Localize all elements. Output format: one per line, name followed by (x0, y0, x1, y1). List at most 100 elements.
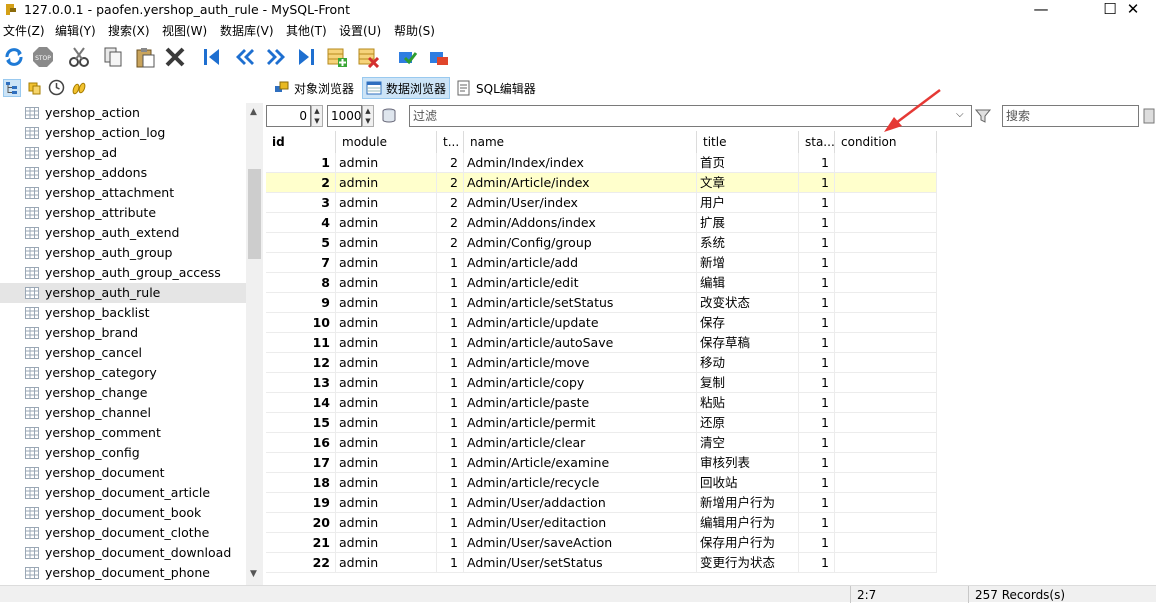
post-icon[interactable] (395, 45, 419, 69)
cell-name[interactable]: Admin/Index/index (464, 153, 697, 173)
tree-item-table[interactable]: yershop_brand (0, 323, 246, 343)
scrollbar-thumb[interactable] (248, 169, 261, 259)
table-row[interactable]: 16 admin 1 Admin/article/clear 清空 1 (266, 433, 937, 453)
filter-funnel-icon[interactable] (974, 107, 992, 125)
cell-condition[interactable] (835, 153, 937, 173)
table-row[interactable]: 5 admin 2 Admin/Config/group 系统 1 (266, 233, 937, 253)
cell-id[interactable]: 17 (266, 453, 336, 473)
cell-type[interactable]: 1 (437, 313, 464, 333)
cell-module[interactable]: admin (336, 233, 437, 253)
cell-condition[interactable] (835, 313, 937, 333)
table-row[interactable]: 20 admin 1 Admin/User/editaction 编辑用户行为 1 (266, 513, 937, 533)
cell-status[interactable]: 1 (799, 353, 835, 373)
cell-condition[interactable] (835, 233, 937, 253)
cell-module[interactable]: admin (336, 513, 437, 533)
tree-item-table[interactable]: yershop_document_download (0, 543, 246, 563)
cell-id[interactable]: 9 (266, 293, 336, 313)
cell-name[interactable]: Admin/User/editaction (464, 513, 697, 533)
cell-name[interactable]: Admin/article/copy (464, 373, 697, 393)
table-row[interactable]: 14 admin 1 Admin/article/paste 粘贴 1 (266, 393, 937, 413)
cell-type[interactable]: 1 (437, 373, 464, 393)
tree-item-table[interactable]: yershop_category (0, 363, 246, 383)
cell-module[interactable]: admin (336, 413, 437, 433)
cell-status[interactable]: 1 (799, 293, 835, 313)
table-row[interactable]: 8 admin 1 Admin/article/edit 编辑 1 (266, 273, 937, 293)
cell-type[interactable]: 2 (437, 233, 464, 253)
tree-item-table[interactable]: yershop_attribute (0, 203, 246, 223)
close-button[interactable]: ✕ (1110, 0, 1156, 21)
cell-name[interactable]: Admin/article/recycle (464, 473, 697, 493)
cell-module[interactable]: admin (336, 453, 437, 473)
cell-condition[interactable] (835, 173, 937, 193)
cell-title[interactable]: 文章 (697, 173, 799, 193)
cell-type[interactable]: 2 (437, 193, 464, 213)
limit-toggle-icon[interactable] (380, 107, 398, 125)
cell-status[interactable]: 1 (799, 513, 835, 533)
cell-status[interactable]: 1 (799, 313, 835, 333)
cell-type[interactable]: 1 (437, 273, 464, 293)
cell-title[interactable]: 清空 (697, 433, 799, 453)
cell-title[interactable]: 用户 (697, 193, 799, 213)
header-col-status[interactable]: sta... (799, 131, 835, 153)
cell-module[interactable]: admin (336, 553, 437, 573)
tree-item-table[interactable]: yershop_document_phone (0, 563, 246, 583)
previous-page-icon[interactable] (232, 45, 256, 69)
limit-input[interactable]: 1000 (327, 105, 362, 127)
cell-type[interactable]: 1 (437, 333, 464, 353)
cell-type[interactable]: 2 (437, 153, 464, 173)
cell-title[interactable]: 粘贴 (697, 393, 799, 413)
cell-title[interactable]: 回收站 (697, 473, 799, 493)
cancel-icon[interactable] (426, 45, 450, 69)
cell-status[interactable]: 1 (799, 433, 835, 453)
cell-id[interactable]: 16 (266, 433, 336, 453)
cell-type[interactable]: 1 (437, 433, 464, 453)
tree-item-table[interactable]: yershop_channel (0, 403, 246, 423)
cell-name[interactable]: Admin/article/paste (464, 393, 697, 413)
cell-title[interactable]: 审核列表 (697, 453, 799, 473)
cell-module[interactable]: admin (336, 153, 437, 173)
cell-condition[interactable] (835, 393, 937, 413)
cell-status[interactable]: 1 (799, 193, 835, 213)
cell-id[interactable]: 13 (266, 373, 336, 393)
offset-input[interactable]: 0 (266, 105, 311, 127)
cell-id[interactable]: 3 (266, 193, 336, 213)
cell-module[interactable]: admin (336, 373, 437, 393)
menu-other[interactable]: 其他(T) (286, 23, 327, 39)
cell-title[interactable]: 移动 (697, 353, 799, 373)
cell-condition[interactable] (835, 453, 937, 473)
tree-item-table[interactable]: yershop_document_clothe (0, 523, 246, 543)
table-row[interactable]: 10 admin 1 Admin/article/update 保存 1 (266, 313, 937, 333)
copy-icon[interactable] (101, 45, 125, 69)
cell-name[interactable]: Admin/article/add (464, 253, 697, 273)
cell-id[interactable]: 12 (266, 353, 336, 373)
cell-name[interactable]: Admin/User/addaction (464, 493, 697, 513)
cell-title[interactable]: 保存草稿 (697, 333, 799, 353)
tree-item-table[interactable]: yershop_document (0, 463, 246, 483)
filter-dropdown-icon[interactable]: ⌵ (956, 109, 964, 120)
tree-item-table[interactable]: yershop_action_log (0, 123, 246, 143)
cell-module[interactable]: admin (336, 273, 437, 293)
spin-up-icon[interactable]: ▲ (314, 107, 319, 115)
cell-title[interactable]: 还原 (697, 413, 799, 433)
refresh-icon[interactable] (2, 45, 26, 69)
cell-name[interactable]: Admin/article/clear (464, 433, 697, 453)
tree-item-table[interactable]: yershop_auth_rule (0, 283, 246, 303)
cell-status[interactable]: 1 (799, 373, 835, 393)
table-row[interactable]: 1 admin 2 Admin/Index/index 首页 1 (266, 153, 937, 173)
cell-module[interactable]: admin (336, 333, 437, 353)
cell-type[interactable]: 2 (437, 213, 464, 233)
paste-icon[interactable] (133, 45, 157, 69)
cell-name[interactable]: Admin/article/update (464, 313, 697, 333)
spin-up-icon[interactable]: ▲ (365, 107, 370, 115)
cell-status[interactable]: 1 (799, 473, 835, 493)
tree-item-table[interactable]: yershop_config (0, 443, 246, 463)
quick-search-icon[interactable] (71, 80, 87, 96)
cell-id[interactable]: 2 (266, 173, 336, 193)
cell-status[interactable]: 1 (799, 253, 835, 273)
table-row[interactable]: 13 admin 1 Admin/article/copy 复制 1 (266, 373, 937, 393)
tree-item-table[interactable]: yershop_backlist (0, 303, 246, 323)
cell-type[interactable]: 1 (437, 473, 464, 493)
cell-condition[interactable] (835, 213, 937, 233)
cell-condition[interactable] (835, 373, 937, 393)
scroll-down-icon[interactable]: ▼ (250, 569, 257, 579)
